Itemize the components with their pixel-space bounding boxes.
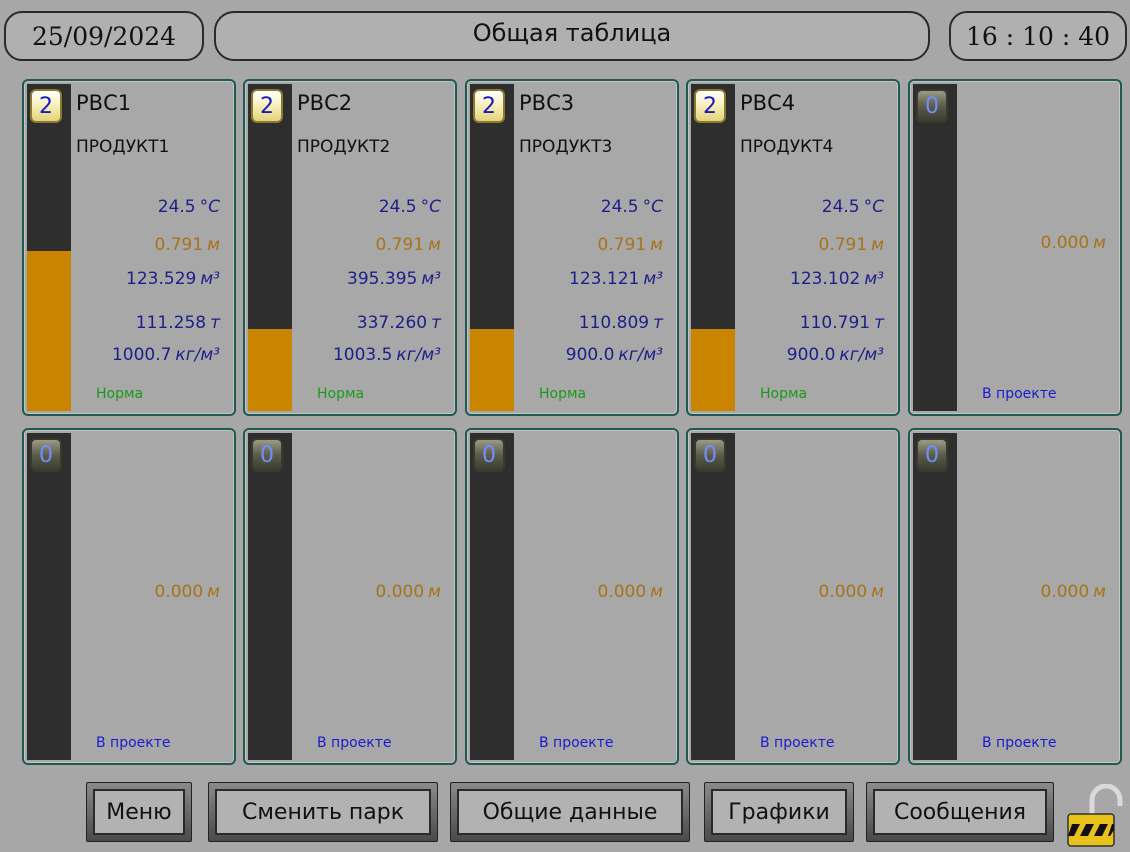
- level-bar: [913, 433, 957, 760]
- level-bar: [913, 84, 957, 411]
- temperature-value: 24.5 °C: [821, 197, 884, 217]
- mode-badge: 0: [694, 438, 726, 472]
- level-bar: [248, 84, 292, 411]
- level-bar: [470, 433, 514, 760]
- level-bar: [27, 84, 71, 411]
- general-data-button[interactable]: Общие данные: [450, 782, 690, 842]
- mass-value: 110.809 т: [578, 313, 663, 333]
- volume-value: 123.121 м³: [569, 269, 663, 289]
- messages-button[interactable]: Сообщения: [866, 782, 1054, 842]
- level-value: 0.791 м: [597, 235, 664, 255]
- status-label: В проекте: [982, 386, 1057, 402]
- density-value: 900.0 кг/м³: [786, 345, 884, 365]
- mass-value: 111.258 т: [135, 313, 220, 333]
- mass-value: 337.260 т: [356, 313, 441, 333]
- product-name: ПРОДУКТ4: [740, 137, 834, 157]
- mode-badge: 0: [916, 438, 948, 472]
- level-bar-fill: [470, 329, 514, 411]
- product-name: ПРОДУКТ2: [297, 137, 391, 157]
- mode-badge: 0: [251, 438, 283, 472]
- level-value: 0.000 м: [597, 582, 664, 602]
- tank-panel-7[interactable]: 0 0.000 м В проекте: [243, 428, 457, 765]
- level-value: 0.791 м: [818, 235, 885, 255]
- density-value: 1003.5 кг/м³: [332, 345, 441, 365]
- menu-button[interactable]: Меню: [86, 782, 192, 842]
- tank-name: РВС2: [297, 91, 353, 115]
- status-label: В проекте: [982, 735, 1057, 751]
- temperature-value: 24.5 °C: [378, 197, 441, 217]
- temperature-value: 24.5 °C: [157, 197, 220, 217]
- graphs-button-label: Графики: [711, 789, 847, 835]
- density-value: 1000.7 кг/м³: [111, 345, 220, 365]
- graphs-button[interactable]: Графики: [704, 782, 854, 842]
- tank-panel-4[interactable]: 2 РВС4 ПРОДУКТ4 24.5 °C 0.791 м 123.102 м³ …: [686, 79, 900, 416]
- mode-badge: 2: [473, 89, 505, 123]
- general-data-button-label: Общие данные: [457, 789, 683, 835]
- density-value: 900.0 кг/м³: [565, 345, 663, 365]
- level-bar: [691, 84, 735, 411]
- tank-panel-6[interactable]: 0 0.000 м В проекте: [22, 428, 236, 765]
- messages-button-label: Сообщения: [873, 789, 1047, 835]
- tank-name: РВС3: [519, 91, 575, 115]
- status-label: В проекте: [317, 735, 392, 751]
- volume-value: 123.102 м³: [790, 269, 884, 289]
- mode-badge: 2: [251, 89, 283, 123]
- status-label: В проекте: [539, 735, 614, 751]
- tank-name: РВС1: [76, 91, 132, 115]
- menu-button-label: Меню: [93, 789, 185, 835]
- tank-panel-1[interactable]: 2 РВС1 ПРОДУКТ1 24.5 °C 0.791 м 123.529 м³ …: [22, 79, 236, 416]
- mode-badge: 2: [694, 89, 726, 123]
- status-label: В проекте: [760, 735, 835, 751]
- volume-value: 123.529 м³: [126, 269, 220, 289]
- tank-panel-5[interactable]: 0 0.000 м В проекте: [908, 79, 1122, 416]
- level-bar: [470, 84, 514, 411]
- time-display: 16 : 10 : 40: [949, 11, 1127, 61]
- tank-panel-3[interactable]: 2 РВС3 ПРОДУКТ3 24.5 °C 0.791 м 123.121 м³ …: [465, 79, 679, 416]
- level-value: 0.791 м: [154, 235, 221, 255]
- level-value: 0.791 м: [375, 235, 442, 255]
- level-bar-fill: [248, 329, 292, 411]
- change-park-button[interactable]: Сменить парк: [208, 782, 438, 842]
- mode-badge: 2: [30, 89, 62, 123]
- mode-badge: 0: [916, 89, 948, 123]
- level-value: 0.000 м: [154, 582, 221, 602]
- level-value: 0.000 м: [1040, 233, 1107, 253]
- mass-value: 110.791 т: [799, 313, 884, 333]
- tank-name: РВС4: [740, 91, 796, 115]
- level-value: 0.000 м: [375, 582, 442, 602]
- level-bar-fill: [691, 329, 735, 411]
- product-name: ПРОДУКТ3: [519, 137, 613, 157]
- status-label: Норма: [760, 386, 808, 402]
- level-bar: [248, 433, 292, 760]
- date-display: 25/09/2024: [4, 11, 204, 61]
- level-value: 0.000 м: [818, 582, 885, 602]
- level-bar: [691, 433, 735, 760]
- level-bar: [27, 433, 71, 760]
- tank-panel-9[interactable]: 0 0.000 м В проекте: [686, 428, 900, 765]
- level-value: 0.000 м: [1040, 582, 1107, 602]
- tank-panel-2[interactable]: 2 РВС2 ПРОДУКТ2 24.5 °C 0.791 м 395.395 м³ …: [243, 79, 457, 416]
- status-label: Норма: [96, 386, 144, 402]
- status-label: Норма: [317, 386, 365, 402]
- change-park-button-label: Сменить парк: [215, 789, 431, 835]
- mode-badge: 0: [30, 438, 62, 472]
- temperature-value: 24.5 °C: [600, 197, 663, 217]
- tank-panel-10[interactable]: 0 0.000 м В проекте: [908, 428, 1122, 765]
- volume-value: 395.395 м³: [347, 269, 441, 289]
- lock-open-icon[interactable]: [1066, 784, 1124, 848]
- tank-panel-8[interactable]: 0 0.000 м В проекте: [465, 428, 679, 765]
- status-label: Норма: [539, 386, 587, 402]
- product-name: ПРОДУКТ1: [76, 137, 170, 157]
- mode-badge: 0: [473, 438, 505, 472]
- level-bar-fill: [27, 250, 71, 411]
- page-title: Общая таблица: [214, 11, 930, 61]
- status-label: В проекте: [96, 735, 171, 751]
